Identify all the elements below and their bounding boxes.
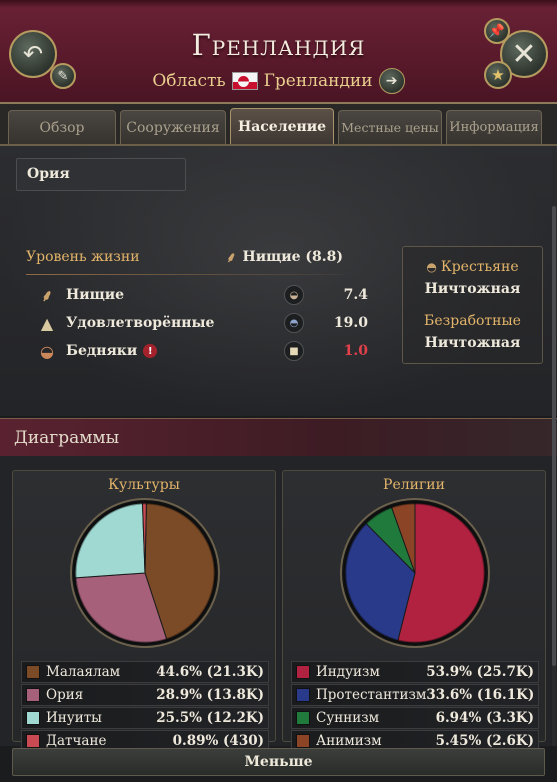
star-icon: ★ <box>491 66 505 84</box>
cultures-legend: Малаялам 44.6% (21.3K) Ория 28.9% (13.8K) Ин… <box>21 661 269 753</box>
tab-overview[interactable]: Обзор <box>8 110 116 144</box>
legend-name: Ория <box>46 687 84 703</box>
tab-buildings[interactable]: Сооружения <box>120 110 226 144</box>
strata-label: Нищие <box>66 287 125 303</box>
legend-value: 6.94% (3.3K) <box>435 710 534 726</box>
greenland-flag-icon <box>231 72 258 90</box>
legend-row[interactable]: Инуиты 25.5% (12.2K) <box>21 707 269 729</box>
bread-icon: ◒ <box>284 285 304 305</box>
legend-row[interactable]: Ория 28.9% (13.8K) <box>21 684 269 706</box>
legend-value: 0.89% (430) <box>172 733 264 749</box>
tab-information[interactable]: Информация <box>446 110 542 144</box>
close-icon: ✕ <box>511 36 537 72</box>
peasants-value: Ничтожная <box>424 281 521 297</box>
unemployed-value: Ничтожная <box>424 335 521 351</box>
legend-row[interactable]: Протестантизм 33.6% (16.1K) <box>291 684 539 706</box>
peasant-icon: ◓ <box>426 260 437 274</box>
strata-row-destitute[interactable]: ⸙ Нищие ◒ 7.4 <box>36 282 368 308</box>
legend-swatch <box>26 665 40 679</box>
legend-name: Малаялам <box>46 664 121 680</box>
peasants-label: Крестьяне <box>440 259 519 275</box>
chart-title: Религии <box>383 477 445 493</box>
legend-name: Инуиты <box>46 710 102 726</box>
chart-title: Культуры <box>108 477 180 493</box>
strata-row-content[interactable]: ▲ Удовлетворённые ◓ 19.0 <box>36 310 368 336</box>
bowl-icon: ◒ <box>40 341 54 361</box>
warning-icon[interactable]: ! <box>143 344 158 358</box>
population-panel: Ория Уровень жизни ⸙ Нищие (8.8) ⸙ Нищие… <box>0 146 557 416</box>
religions-chart-card: Религии Индуизм 53.9% (25.7K) Протестантиз… <box>282 470 546 752</box>
page-title: Гренландия <box>191 28 366 62</box>
region-subtitle: Область Гренландии ➔ <box>0 68 557 94</box>
strata-value: 19.0 <box>333 315 368 331</box>
standard-of-living-row[interactable]: Уровень жизни ⸙ Нищие (8.8) <box>26 249 344 266</box>
legend-value: 53.9% (25.7K) <box>426 664 534 680</box>
legend-value: 33.6% (16.1K) <box>426 687 535 703</box>
legend-row[interactable]: Малаялам 44.6% (21.3K) <box>21 661 269 683</box>
less-button[interactable]: Меньше <box>12 748 545 776</box>
legend-value: 5.45% (2.6K) <box>435 733 534 749</box>
employment-box: ◓ Крестьяне Ничтожная Безработные Ничтож… <box>402 246 543 364</box>
tab-local-prices[interactable]: Местные цены <box>338 110 442 144</box>
legend-name: Суннизм <box>316 710 380 726</box>
scrollbar-thumb[interactable] <box>552 206 556 666</box>
goto-region-button[interactable]: ➔ <box>378 68 405 94</box>
legend-swatch <box>296 734 310 748</box>
legend-name: Датчане <box>46 733 107 749</box>
legend-swatch <box>26 688 40 702</box>
window-header: ↶ ✎ Гренландия Область Гренландии ➔ 📌 ✕ … <box>0 0 557 104</box>
unemployed-label: Безработные <box>424 313 521 329</box>
legend-swatch <box>26 734 40 748</box>
scrollbar[interactable] <box>552 146 556 746</box>
standard-of-living-value: Нищие (8.8) <box>242 249 344 265</box>
legend-swatch <box>296 665 310 679</box>
legend-row[interactable]: Индуизм 53.9% (25.7K) <box>291 661 539 683</box>
diagrams-area: Культуры Малаялам 44.6% (21.3K) Ория 28.9% … <box>0 456 557 752</box>
strata-label: Бедняки <box>66 343 138 359</box>
subtitle-prefix: Область <box>152 71 226 91</box>
culture-selector[interactable]: Ория <box>16 158 186 191</box>
pie-slice[interactable] <box>74 502 146 579</box>
legend-value: 28.9% (13.8K) <box>156 687 264 703</box>
strata-row-poor[interactable]: ◒ Бедняки ! ■ 1.0 <box>36 338 368 364</box>
wheat-icon: ⸙ <box>40 286 53 305</box>
strata-label: Удовлетворённые <box>66 315 215 331</box>
religions-pie-chart[interactable] <box>339 497 491 649</box>
legend-value: 44.6% (21.3K) <box>156 664 264 680</box>
cup-icon: ■ <box>284 341 304 361</box>
legend-swatch <box>296 711 310 725</box>
arrow-right-icon: ➔ <box>385 73 398 89</box>
peasants-row[interactable]: ◓ Крестьяне <box>403 259 542 275</box>
religions-legend: Индуизм 53.9% (25.7K) Протестантизм 33.6% (… <box>291 661 539 753</box>
pin-icon: 📌 <box>488 23 506 39</box>
tab-population[interactable]: Население <box>230 108 334 144</box>
bowl-icon: ◓ <box>284 313 304 333</box>
legend-name: Индуизм <box>316 664 380 680</box>
wheat-icon: ⸙ <box>226 249 237 266</box>
standard-of-living-label: Уровень жизни <box>26 249 140 265</box>
cultures-chart-card: Культуры Малаялам 44.6% (21.3K) Ория 28.9% … <box>12 470 276 752</box>
strata-value: 7.4 <box>343 287 368 303</box>
legend-name: Протестантизм <box>316 687 427 703</box>
legend-swatch <box>296 688 310 702</box>
cultures-pie-chart[interactable] <box>69 497 221 649</box>
legend-swatch <box>26 711 40 725</box>
tab-bar: Обзор Сооружения Население Местные цены … <box>0 104 557 146</box>
hat-icon: ▲ <box>40 313 54 333</box>
legend-row[interactable]: Суннизм 6.94% (3.3K) <box>291 707 539 729</box>
legend-value: 25.5% (12.2K) <box>156 710 264 726</box>
favorite-button[interactable]: ★ <box>484 61 512 89</box>
region-link[interactable]: Гренландии <box>264 71 373 91</box>
strata-value: 1.0 <box>343 343 368 359</box>
legend-name: Анимизм <box>316 733 382 749</box>
diagrams-header: Диаграммы <box>0 418 557 456</box>
divider <box>26 274 344 275</box>
